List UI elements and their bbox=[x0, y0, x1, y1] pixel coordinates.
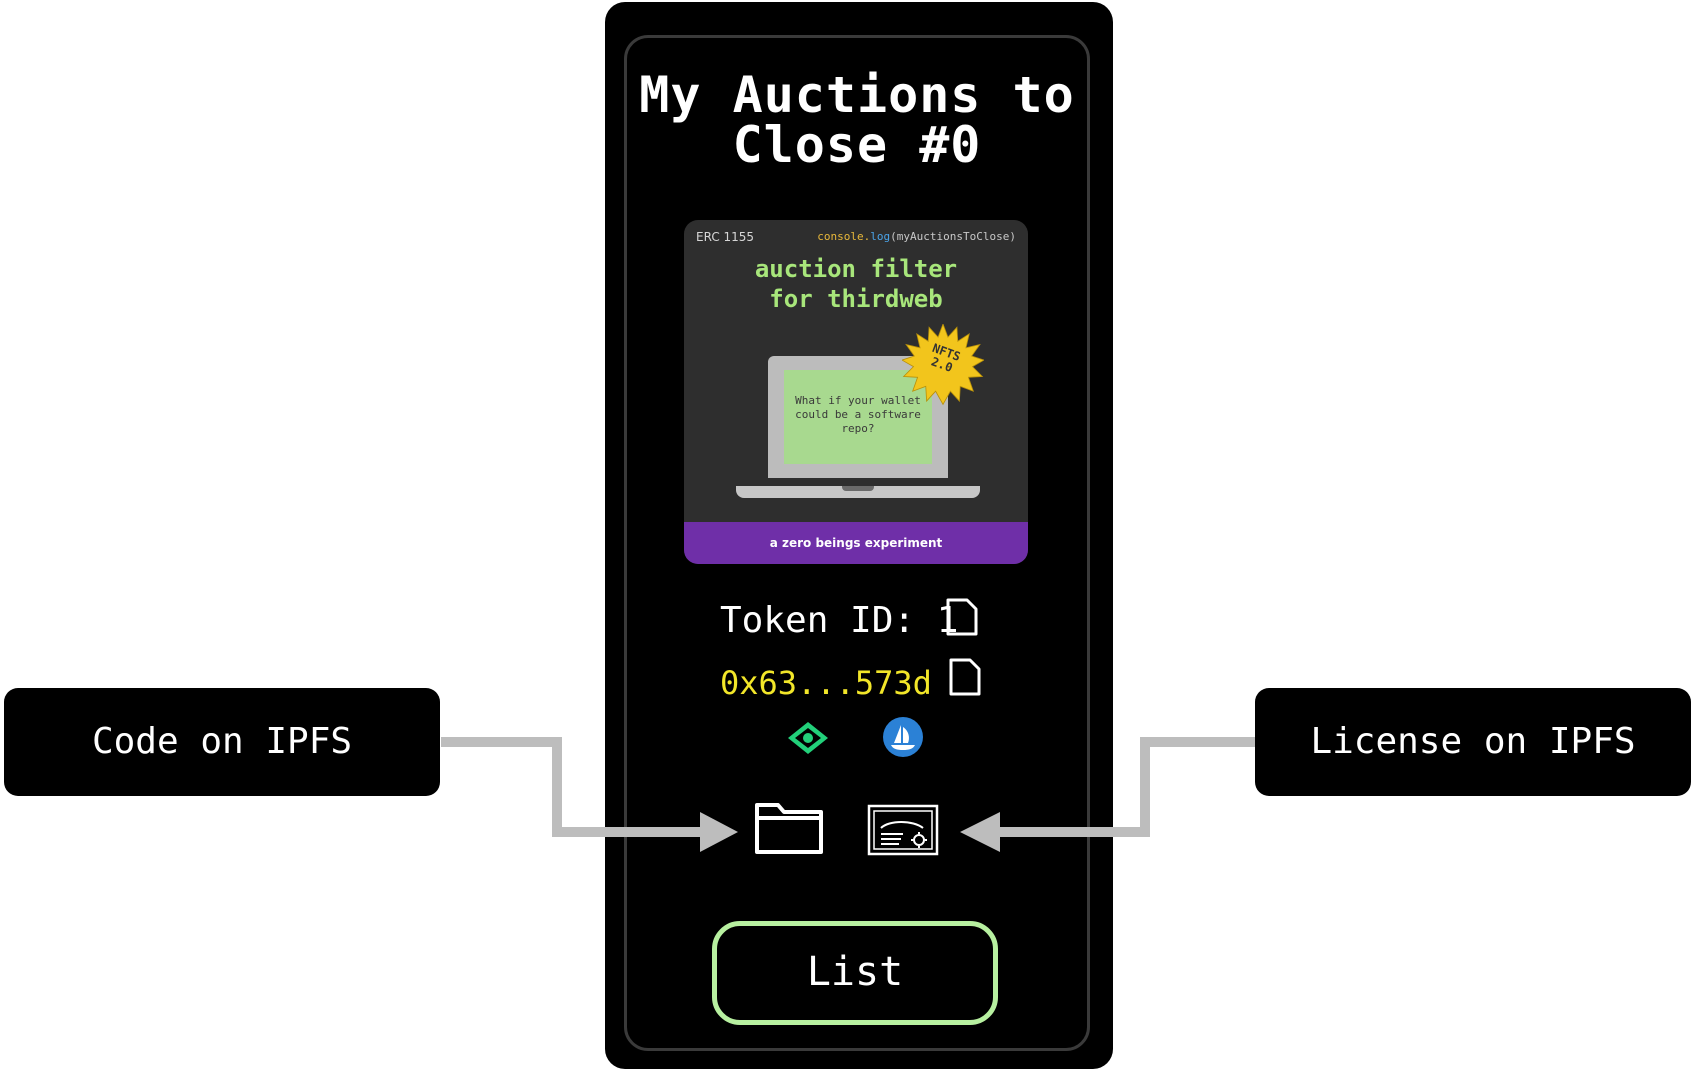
left-arrowhead-icon bbox=[700, 812, 738, 852]
screen: My Auctions to Close #0 ERC 1155 console… bbox=[0, 0, 1695, 1070]
left-connector-line bbox=[441, 737, 700, 837]
callout-arrows bbox=[441, 737, 1255, 852]
right-arrowhead-icon bbox=[960, 812, 1000, 852]
right-connector-line bbox=[1000, 737, 1255, 837]
